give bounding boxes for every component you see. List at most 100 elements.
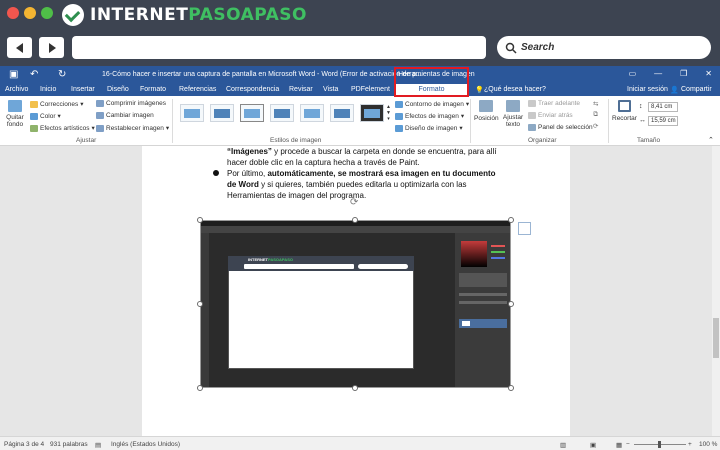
forward-button[interactable] [39,37,64,58]
close-icon[interactable]: ✕ [705,69,712,78]
enviar-atras-button[interactable]: Enviar atrás [528,112,573,119]
sign-in-link[interactable]: Iniciar sesión [627,86,668,93]
diseno-label: Diseño de imagen [405,124,458,132]
page-count[interactable]: Página 3 de 4 [4,441,44,448]
share-button[interactable]: Compartir [681,86,712,93]
scrollbar-thumb[interactable] [713,318,719,358]
language[interactable]: Inglés (Estados Unidos) [111,441,180,448]
change-picture-icon [96,112,104,119]
tab-correspondencia[interactable]: Correspondencia [226,86,279,93]
tab-vista[interactable]: Vista [323,86,338,93]
panel-seleccion-button[interactable]: Panel de selección [528,124,593,131]
resize-handle-mr[interactable] [508,301,514,307]
person-icon: 👤 [670,87,679,94]
vertical-scrollbar[interactable] [712,146,720,436]
zoom-out-icon[interactable]: − [626,441,630,448]
resize-handle-bl[interactable] [197,385,203,391]
ajustar-texto-label: Ajustar texto [502,114,524,128]
correcciones-button[interactable]: Correcciones ▾ [30,100,84,108]
comprimir-button[interactable]: Comprimir imágenes [96,100,166,107]
print-layout-icon[interactable]: ▣ [590,441,596,449]
tab-inicio[interactable]: Inicio [40,86,56,93]
contorno-button[interactable]: Contorno de imagen ▾ [395,100,469,108]
style-thumb-3[interactable] [240,104,264,122]
ribbon: Quitar fondo Correcciones ▾ Color ▾ Efecto… [0,96,720,146]
height-field[interactable]: 8,41 cm [648,102,678,112]
selection-pane-icon [528,124,536,131]
close-window-button[interactable] [7,7,19,19]
bullet-line-3: Herramientas de imagen del programa. [227,191,367,200]
zoom-slider-thumb[interactable] [658,441,661,448]
efectos-button[interactable]: Efectos de imagen ▾ [395,112,464,120]
search-field[interactable]: Search [497,36,711,59]
address-bar[interactable] [72,36,486,59]
resize-handle-ml[interactable] [197,301,203,307]
redo-icon[interactable]: ↻ [58,69,66,80]
collapse-ribbon-icon[interactable]: ⌃ [708,136,714,144]
selection-outline [200,220,511,388]
ribbon-display-icon[interactable]: ▭ [629,69,637,78]
styles-scroll[interactable]: ▲ ▼ ▾ [386,104,391,122]
traer-adelante-button[interactable]: Traer adelante [528,100,580,107]
posicion-button[interactable]: Posición [474,100,499,122]
tab-pdfelement[interactable]: PDFelement [351,86,390,93]
minimize-icon[interactable]: — [654,69,662,78]
sun-icon [30,100,38,108]
restablecer-label: Restablecer imagen [106,124,164,132]
tab-referencias[interactable]: Referencias [179,86,216,93]
zoom-in-icon[interactable]: + [688,441,692,448]
color-button[interactable]: Color ▾ [30,112,61,120]
effects-icon [395,112,403,120]
style-thumb-1[interactable] [180,104,204,122]
tab-diseno[interactable]: Diseño [107,86,129,93]
word-count[interactable]: 931 palabras [50,441,88,448]
color-label: Color [40,112,56,120]
style-thumb-7[interactable] [360,104,384,122]
resize-handle-br[interactable] [508,385,514,391]
style-thumb-2[interactable] [210,104,234,122]
tell-me-box[interactable]: ¿Qué desea hacer? [484,86,546,93]
width-field[interactable]: 15,59 cm [648,116,678,126]
tab-revisar[interactable]: Revisar [289,86,313,93]
undo-icon[interactable]: ↶ [30,69,38,80]
quitar-fondo-button[interactable]: Quitar fondo [4,100,26,128]
ajustar-texto-button[interactable]: Ajustar texto [500,100,526,128]
tab-archivo[interactable]: Archivo [5,86,28,93]
cambiar-button[interactable]: Cambiar imagen [96,112,154,119]
restore-icon[interactable]: ❐ [680,69,687,78]
minimize-window-button[interactable] [24,7,36,19]
proofing-icon[interactable]: ▤ [95,441,101,449]
resize-handle-tr[interactable] [508,217,514,223]
resize-handle-tl[interactable] [197,217,203,223]
site-logo[interactable]: INTERNET PASOAPASO [62,3,307,27]
align-icons[interactable]: ⇆ ⧉ ⟳ [593,100,598,130]
rotate-handle-icon[interactable]: ⟳ [350,197,358,208]
layout-options-icon[interactable] [518,222,531,235]
maximize-window-button[interactable] [41,7,53,19]
diseno-button[interactable]: Diseño de imagen ▾ [395,124,463,132]
style-thumb-5[interactable] [300,104,324,122]
logo-text-part2: PASOAPASO [188,5,307,25]
read-mode-icon[interactable]: ▥ [560,441,566,449]
efectos-label: Efectos de imagen [405,112,459,120]
style-thumb-4[interactable] [270,104,294,122]
recortar-button[interactable]: Recortar [612,100,637,122]
tab-insertar[interactable]: Insertar [71,86,95,93]
zoom-level[interactable]: 100 % [699,441,717,448]
restablecer-button[interactable]: Restablecer imagen ▾ [96,124,169,132]
group-estilos-label: Estilos de imagen [270,137,322,144]
efectos-artisticos-button[interactable]: Efectos artísticos ▾ [30,124,95,132]
status-bar: Página 3 de 4 931 palabras ▤ Inglés (Est… [0,436,720,450]
bullet-line-1: Por último, automáticamente, se mostrará… [227,168,496,179]
height-icon: ↕ [639,103,643,110]
resize-handle-bm[interactable] [352,385,358,391]
color-icon [30,112,38,120]
back-button[interactable] [7,37,32,58]
resize-handle-tm[interactable] [352,217,358,223]
tab-formato[interactable]: Formato [140,86,166,93]
style-thumb-6[interactable] [330,104,354,122]
save-icon[interactable]: ▣ [9,69,18,80]
group-organizar-label: Organizar [528,137,557,144]
align-icon: ⇆ [593,101,599,108]
web-layout-icon[interactable]: ▦ [616,441,622,449]
